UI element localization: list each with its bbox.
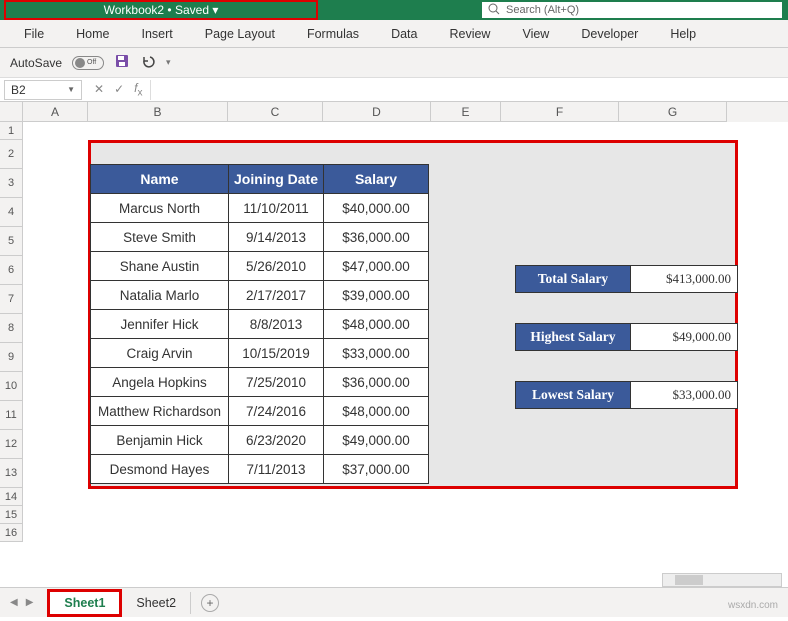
save-icon[interactable] (114, 53, 130, 72)
col-header[interactable]: E (431, 102, 501, 122)
workbook-title[interactable]: Workbook2 • Saved ▾ (104, 3, 219, 17)
fx-icon[interactable]: fx (134, 81, 142, 98)
tab-formulas[interactable]: Formulas (291, 20, 375, 48)
name-box[interactable]: B2 ▼ (4, 80, 82, 100)
sheet-tab-sheet2[interactable]: Sheet2 (122, 592, 191, 614)
enter-icon[interactable]: ✓ (114, 82, 124, 96)
row-header[interactable]: 1 (0, 122, 23, 140)
ribbon-tabs: File Home Insert Page Layout Formulas Da… (0, 20, 788, 48)
col-header[interactable]: D (323, 102, 431, 122)
tab-review[interactable]: Review (433, 20, 506, 48)
table-row: Angela Hopkins7/25/2010$36,000.00 (91, 368, 429, 397)
grid-area: A B C D E F G 1 2 3 4 5 6 7 8 9 10 11 12… (0, 102, 788, 542)
undo-icon[interactable] (140, 53, 156, 72)
col-header[interactable]: F (501, 102, 619, 122)
table-row: Jennifer Hick8/8/2013$48,000.00 (91, 310, 429, 339)
cancel-icon[interactable]: ✕ (94, 82, 104, 96)
tab-help[interactable]: Help (654, 20, 712, 48)
select-all-triangle[interactable] (0, 102, 23, 122)
table-row: Craig Arvin10/15/2019$33,000.00 (91, 339, 429, 368)
row-header[interactable]: 16 (0, 524, 23, 542)
col-header[interactable]: C (228, 102, 323, 122)
row-header[interactable]: 10 (0, 372, 23, 401)
formula-bar[interactable] (150, 80, 788, 100)
table-row: Steve Smith9/14/2013$36,000.00 (91, 223, 429, 252)
tab-page-layout[interactable]: Page Layout (189, 20, 291, 48)
row-header[interactable]: 14 (0, 488, 23, 506)
row-header[interactable]: 11 (0, 401, 23, 430)
row-header[interactable]: 9 (0, 343, 23, 372)
new-sheet-button[interactable]: + (201, 594, 219, 612)
horizontal-scrollbar[interactable] (662, 573, 782, 587)
row-header[interactable]: 13 (0, 459, 23, 488)
table-row: Matthew Richardson7/24/2016$48,000.00 (91, 397, 429, 426)
row-header[interactable]: 7 (0, 285, 23, 314)
col-header[interactable]: A (23, 102, 88, 122)
stat-highest-salary: Highest Salary $49,000.00 (515, 323, 738, 351)
th-name[interactable]: Name (91, 165, 229, 194)
col-header[interactable]: B (88, 102, 228, 122)
tab-home[interactable]: Home (60, 20, 125, 48)
stat-total-salary: Total Salary $413,000.00 (515, 265, 738, 293)
autosave-label: AutoSave (10, 56, 62, 70)
row-header[interactable]: 5 (0, 227, 23, 256)
sheet-prev-icon[interactable]: ◀ (10, 597, 18, 608)
row-header[interactable]: 8 (0, 314, 23, 343)
autosave-toggle[interactable]: Off (72, 56, 104, 70)
table-row: Marcus North11/10/2011$40,000.00 (91, 194, 429, 223)
tab-data[interactable]: Data (375, 20, 433, 48)
title-bar-highlight: Workbook2 • Saved ▾ (4, 0, 318, 20)
namebox-dropdown-icon[interactable]: ▼ (67, 85, 75, 94)
sheet-tab-bar: ◀ ▶ Sheet1 Sheet2 + (0, 587, 788, 617)
formula-bar-row: B2 ▼ ✕ ✓ fx (0, 78, 788, 102)
tab-developer[interactable]: Developer (565, 20, 654, 48)
quick-access-toolbar: AutoSave Off ▾ (0, 48, 788, 78)
sheet-nav: ◀ ▶ (10, 597, 47, 608)
watermark: wsxdn.com (728, 600, 778, 611)
row-header[interactable]: 15 (0, 506, 23, 524)
redo-icon[interactable]: ▾ (166, 57, 171, 68)
col-header[interactable]: G (619, 102, 727, 122)
table-row: Benjamin Hick6/23/2020$49,000.00 (91, 426, 429, 455)
table-row: Shane Austin5/26/2010$47,000.00 (91, 252, 429, 281)
row-header[interactable]: 3 (0, 169, 23, 198)
tab-insert[interactable]: Insert (126, 20, 189, 48)
search-icon (488, 3, 500, 18)
row-header[interactable]: 12 (0, 430, 23, 459)
sheet-next-icon[interactable]: ▶ (26, 597, 34, 608)
th-salary[interactable]: Salary (324, 165, 429, 194)
th-joining[interactable]: Joining Date (229, 165, 324, 194)
tab-file[interactable]: File (8, 20, 60, 48)
row-header[interactable]: 2 (0, 140, 23, 169)
table-row: Desmond Hayes7/11/2013$37,000.00 (91, 455, 429, 484)
search-box[interactable]: Search (Alt+Q) (482, 2, 782, 18)
row-header[interactable]: 4 (0, 198, 23, 227)
title-bar: Workbook2 • Saved ▾ Search (Alt+Q) (0, 0, 788, 20)
data-table[interactable]: Name Joining Date Salary Marcus North11/… (90, 164, 429, 484)
table-row: Natalia Marlo2/17/2017$39,000.00 (91, 281, 429, 310)
stat-lowest-salary: Lowest Salary $33,000.00 (515, 381, 738, 409)
sheet-tab-sheet1[interactable]: Sheet1 (47, 589, 122, 617)
tab-view[interactable]: View (506, 20, 565, 48)
column-headers: A B C D E F G (0, 102, 788, 122)
search-placeholder: Search (Alt+Q) (506, 4, 579, 16)
formula-bar-buttons: ✕ ✓ fx (86, 81, 150, 98)
row-header[interactable]: 6 (0, 256, 23, 285)
